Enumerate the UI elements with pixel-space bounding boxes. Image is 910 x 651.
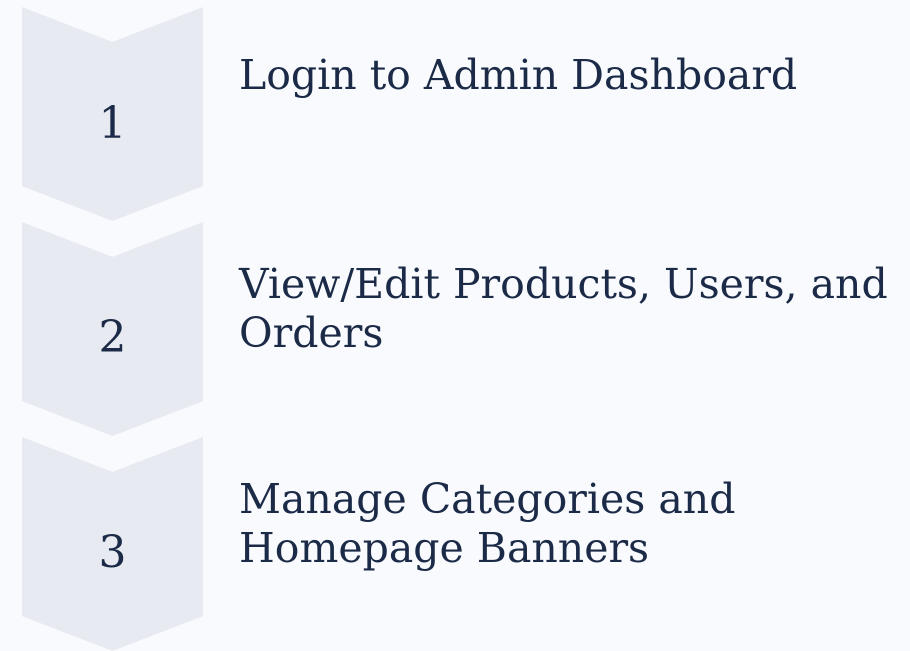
step-text: Manage Categories and Homepage Banners — [239, 475, 904, 573]
step-number: 2 — [98, 312, 127, 363]
step-text-line: Login to Admin Dashboard — [239, 51, 798, 99]
step-text-line: Manage Categories and — [239, 475, 736, 523]
step-text-line: Orders — [239, 309, 384, 357]
step-text-line: View/Edit Products, Users, and — [239, 260, 888, 308]
step-text-line: Homepage Banners — [239, 524, 650, 572]
step-text: View/Edit Products, Users, and Orders — [239, 260, 904, 358]
step-number: 1 — [98, 98, 127, 149]
step-number: 3 — [98, 527, 127, 578]
step-text: Login to Admin Dashboard — [239, 51, 904, 100]
